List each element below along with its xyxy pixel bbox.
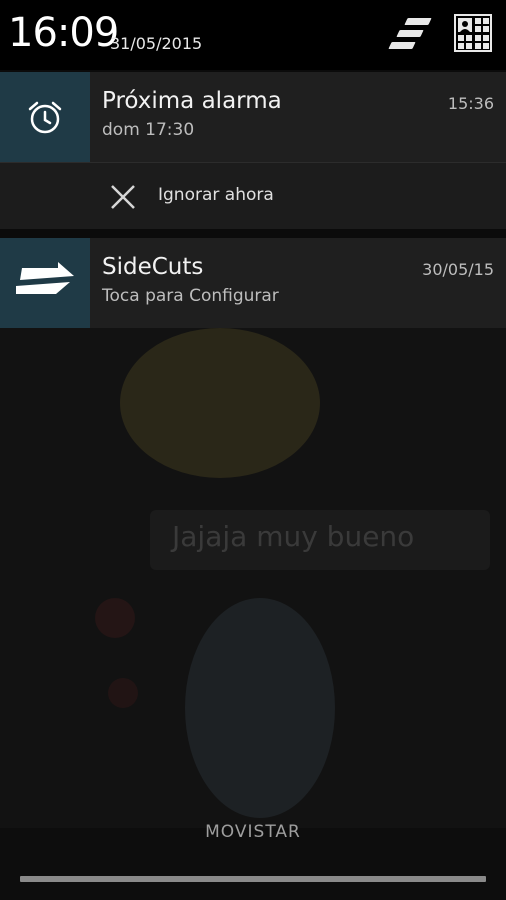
wallpaper-character <box>120 328 320 478</box>
dismiss-alarm-button[interactable]: Ignorar ahora <box>0 162 506 229</box>
close-icon <box>111 185 135 209</box>
notification-time: 30/05/15 <box>422 260 494 279</box>
clock: 16:09 <box>8 10 119 56</box>
sidecuts-arrow-icon <box>16 262 74 294</box>
notification-title: Próxima alarma <box>102 88 282 114</box>
carrier-label: MOVISTAR <box>205 822 301 842</box>
notification-icon-tile <box>0 72 90 162</box>
wallpaper-chat-text: Jajaja muy bueno <box>172 520 415 553</box>
notification-subtitle: dom 17:30 <box>102 120 195 140</box>
dismiss-alarm-label: Ignorar ahora <box>158 185 274 205</box>
wallpaper-character <box>185 598 335 818</box>
wallpaper-decoration <box>108 678 138 708</box>
alarm-clock-icon <box>28 101 62 134</box>
date[interactable]: 31/05/2015 <box>110 34 202 53</box>
wallpaper-decoration <box>95 598 135 638</box>
notification-subtitle: Toca para Configurar <box>102 286 279 306</box>
notification-time: 15:36 <box>447 94 494 113</box>
home-wallpaper <box>0 328 506 828</box>
notification-alarm[interactable]: Próxima alarma dom 17:30 15:36 <box>0 72 506 162</box>
shade-footer: MOVISTAR <box>0 822 506 900</box>
notification-icon-tile <box>0 238 90 328</box>
notification-shade-header: 16:09 31/05/2015 <box>0 0 506 70</box>
notification-sidecuts[interactable]: SideCuts Toca para Configurar 30/05/15 <box>0 238 506 328</box>
shade-drag-handle[interactable] <box>20 876 486 882</box>
notification-title: SideCuts <box>102 254 204 280</box>
clear-all-notifications-icon[interactable] <box>386 16 432 52</box>
quick-settings-icon[interactable] <box>454 14 492 52</box>
